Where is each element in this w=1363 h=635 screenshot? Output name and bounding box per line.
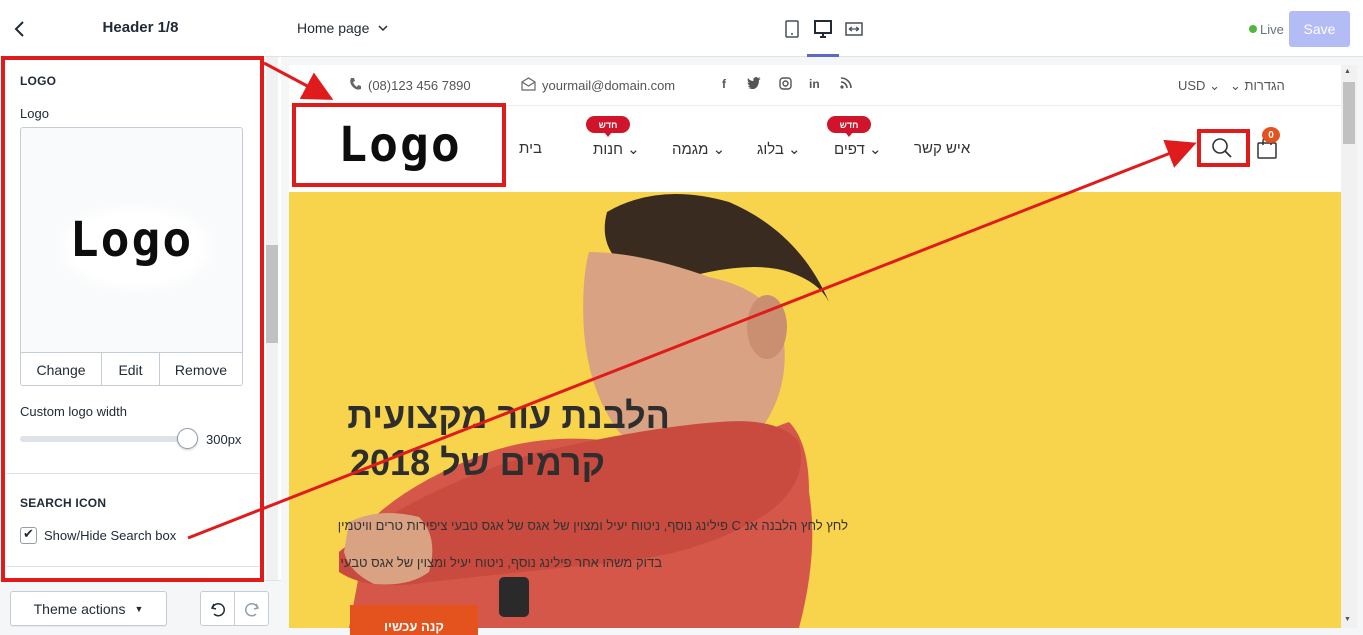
hero-heading-line2: קרמים של 2018 [350, 442, 606, 483]
sidebar-scrollbar-thumb[interactable] [266, 245, 278, 343]
store-phone: (08)123 456 7890 [368, 78, 471, 93]
chevron-left-icon [14, 21, 24, 37]
annotation-box-logo [292, 103, 506, 187]
hero-cta-button[interactable]: קנה עכשיו [350, 605, 478, 635]
chevron-down-icon [378, 25, 388, 32]
live-status-dot [1249, 25, 1257, 33]
twitter-icon[interactable] [747, 77, 761, 92]
save-button[interactable]: Save [1289, 11, 1350, 47]
annotation-box-sidebar [1, 56, 264, 582]
store-email: yourmail@domain.com [542, 78, 676, 93]
annotation-box-search [1197, 129, 1250, 167]
linkedin-icon[interactable]: in [809, 77, 820, 91]
theme-actions-label: Theme actions [33, 600, 126, 617]
nav-item-home[interactable]: בית [519, 140, 542, 157]
phone-icon [349, 77, 361, 94]
nav-item-shop[interactable]: חנות ⌄ [593, 140, 640, 158]
nav-item-trend-label: מגמה [672, 141, 709, 158]
scroll-down-arrow-icon[interactable]: ▼ [1344, 616, 1351, 623]
cart-count-badge: 0 [1262, 127, 1280, 143]
hero-heading-line1: הלבנת עור מקצועית [347, 395, 670, 436]
settings-label: הגדרות [1244, 78, 1285, 93]
nav-item-trend[interactable]: מגמה ⌄ [672, 140, 725, 158]
undo-icon [210, 602, 225, 616]
hero-text-line1: לחץ לחץ הלבנה אנ C פילינג נוסף, ניטוח יע… [337, 518, 848, 533]
live-status-label: Live [1260, 22, 1284, 37]
redo-button[interactable] [234, 591, 269, 626]
page-select[interactable]: Home page [297, 20, 389, 36]
instagram-icon[interactable] [779, 77, 792, 93]
fullwidth-icon [845, 22, 863, 36]
desktop-icon [814, 20, 832, 38]
sidebar-title: Header 1/8 [102, 19, 179, 36]
mail-icon [521, 77, 536, 94]
facebook-icon[interactable]: f [722, 77, 726, 91]
caret-down-icon: ▼ [134, 603, 144, 614]
mobile-view-button[interactable] [781, 18, 803, 40]
scroll-up-arrow-icon[interactable]: ▲ [1344, 68, 1351, 75]
currency-value: USD [1178, 78, 1206, 93]
sidebar-header: Header 1/8 [0, 0, 281, 57]
mobile-icon [785, 20, 799, 38]
new-badge: חדש [827, 116, 871, 137]
back-button[interactable] [8, 17, 32, 41]
nav-item-blog-label: בלוג [757, 141, 784, 158]
rss-icon[interactable] [840, 77, 852, 92]
redo-icon [244, 602, 259, 616]
nav-item-contact[interactable]: איש קשר [914, 140, 970, 157]
nav-item-shop-label: חנות [593, 141, 623, 158]
new-badge: חדש [586, 116, 630, 137]
nav-item-pages[interactable]: דפים ⌄ [834, 140, 882, 158]
nav-item-blog[interactable]: בלוג ⌄ [757, 140, 801, 158]
hero-cta-label: קנה עכשיו [384, 619, 444, 634]
preview-scrollbar[interactable] [1341, 65, 1357, 628]
preview-scrollbar-thumb[interactable] [1343, 82, 1355, 144]
settings-select[interactable]: הגדרות ⌄ [1230, 78, 1285, 94]
currency-select[interactable]: USD ⌄ [1178, 78, 1220, 94]
undo-button[interactable] [200, 591, 235, 626]
theme-actions-button[interactable]: Theme actions ▼ [10, 591, 167, 626]
nav-item-pages-label: דפים [834, 141, 865, 158]
desktop-view-button[interactable] [812, 18, 834, 40]
hero-text-line2: בדוק משהו אחר פילינג נוסף, ניטוח יעיל ומ… [340, 555, 662, 570]
page-select-value: Home page [297, 20, 370, 36]
fullwidth-view-button[interactable] [843, 18, 865, 40]
